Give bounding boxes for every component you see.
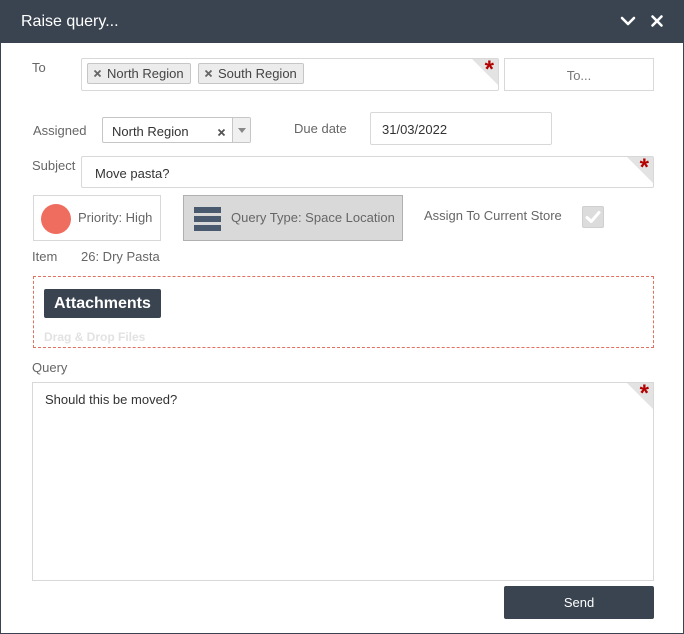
subject-input[interactable]: Move pasta? * xyxy=(81,156,654,188)
due-date-label: Due date xyxy=(294,121,347,136)
chevron-down-icon[interactable] xyxy=(618,11,638,31)
attachments-button[interactable]: Attachments xyxy=(44,289,161,318)
assigned-select[interactable]: North Region xyxy=(102,117,251,143)
query-label: Query xyxy=(32,360,68,375)
attachments-drop-zone[interactable]: Attachments Drag & Drop Files xyxy=(33,276,654,348)
due-date-value: 31/03/2022 xyxy=(382,122,448,137)
dropdown-arrow-icon[interactable] xyxy=(232,118,250,142)
dialog-title: Raise query... xyxy=(21,13,119,30)
required-indicator: * xyxy=(625,157,653,185)
subject-label: Subject xyxy=(32,158,76,173)
priority-indicator-dot xyxy=(41,204,71,234)
remove-tag-icon[interactable] xyxy=(204,69,213,78)
raise-query-dialog: Raise query... To North Region South Reg… xyxy=(0,0,684,634)
to-recipients-field[interactable]: North Region South Region * xyxy=(81,58,499,91)
assigned-value: North Region xyxy=(112,124,189,139)
query-textarea[interactable]: Should this be moved? * xyxy=(32,382,654,581)
title-bar: Raise query... xyxy=(1,1,683,43)
priority-label: Priority: High xyxy=(78,210,153,225)
checkmark-icon xyxy=(585,211,601,223)
recipient-tag-label: North Region xyxy=(107,66,184,81)
recipient-tag: South Region xyxy=(198,63,304,84)
item-label: Item xyxy=(32,249,58,264)
query-type-button[interactable]: Query Type: Space Location xyxy=(183,195,403,241)
close-icon[interactable] xyxy=(647,11,667,31)
query-value: Should this be moved? xyxy=(45,392,178,407)
clear-selection-icon[interactable] xyxy=(217,128,226,137)
required-indicator: * xyxy=(625,383,653,411)
assign-current-store-checkbox[interactable] xyxy=(582,206,604,228)
subject-value: Move pasta? xyxy=(95,166,170,181)
due-date-field[interactable]: 31/03/2022 xyxy=(370,112,552,145)
send-button[interactable]: Send xyxy=(504,586,654,619)
to-picker-button[interactable]: To... xyxy=(504,58,654,91)
query-type-label: Query Type: Space Location xyxy=(231,210,395,225)
to-label: To xyxy=(32,60,46,75)
assigned-label: Assigned xyxy=(33,123,87,138)
recipient-tag-label: South Region xyxy=(218,66,297,81)
priority-button[interactable]: Priority: High xyxy=(33,195,161,241)
required-indicator: * xyxy=(470,59,498,87)
bars-icon xyxy=(194,207,221,231)
remove-tag-icon[interactable] xyxy=(93,69,102,78)
recipient-tag: North Region xyxy=(87,63,191,84)
drag-drop-hint: Drag & Drop Files xyxy=(44,330,146,344)
item-value: 26: Dry Pasta xyxy=(81,249,160,264)
assign-current-store-label: Assign To Current Store xyxy=(424,208,562,223)
